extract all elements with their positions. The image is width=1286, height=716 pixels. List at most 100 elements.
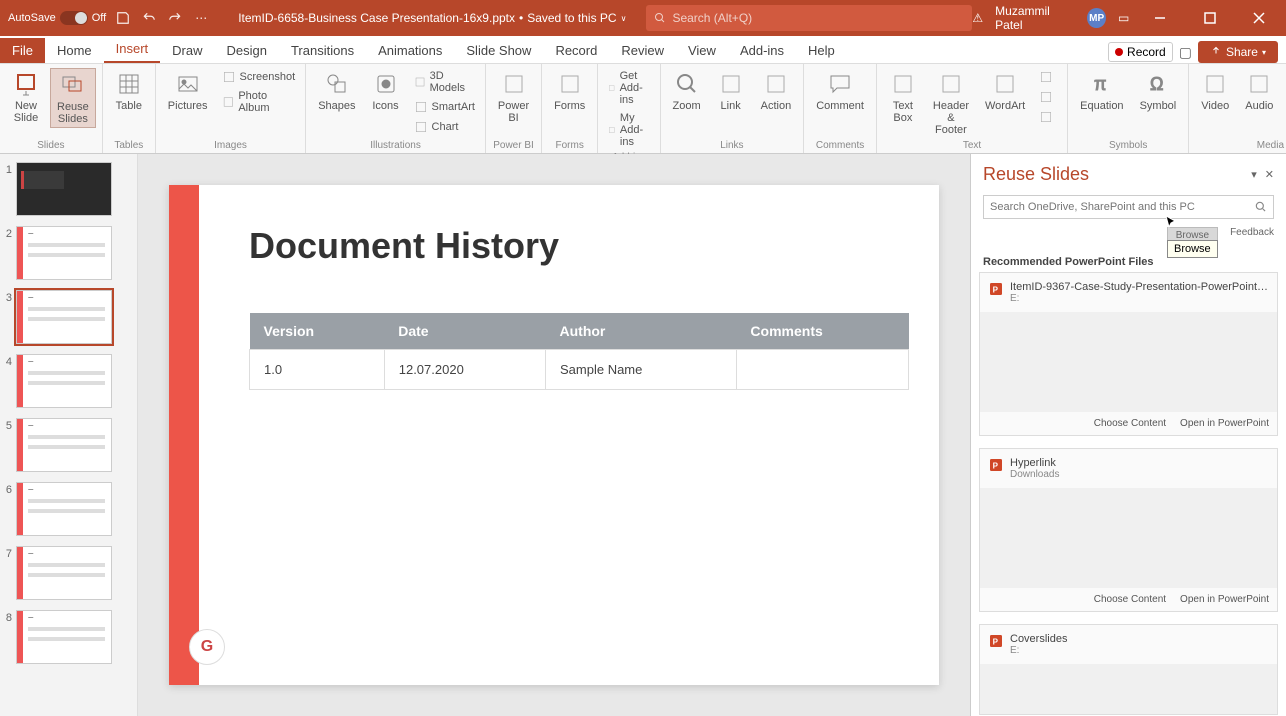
record-button[interactable]: Record [1108,42,1173,62]
table-button[interactable]: Table [109,68,149,114]
icons-button[interactable]: Icons [366,68,406,114]
tab-help[interactable]: Help [796,38,847,63]
tab-view[interactable]: View [676,38,728,63]
pane-search-input[interactable] [983,195,1274,219]
redo-icon[interactable] [166,9,184,27]
tab-insert[interactable]: Insert [104,36,161,63]
maximize-button[interactable] [1191,0,1229,36]
action-button[interactable]: Action [755,68,798,114]
tab-transitions[interactable]: Transitions [279,38,366,63]
smartart-button[interactable]: SmartArt [410,98,479,116]
textbox-button[interactable]: TextBox [883,68,923,126]
link-icon [717,70,745,98]
thumbnail-3[interactable]: 3— [0,288,137,346]
headerfooter-button[interactable]: Header& Footer [927,68,975,138]
more-icon[interactable]: ⋯ [192,9,210,27]
tab-review[interactable]: Review [609,38,676,63]
svg-text:P: P [993,461,999,470]
myaddins-button[interactable]: My Add-ins [604,110,653,150]
tab-draw[interactable]: Draw [160,38,214,63]
thumbnail-number: 4 [2,354,12,368]
undo-icon[interactable] [140,9,158,27]
tab-file[interactable]: File [0,38,45,63]
file-card[interactable]: PItemID-9367-Case-Study-Presentation-Pow… [979,272,1278,436]
ribbon-display-icon[interactable]: ▭ [1118,11,1129,25]
group-label: Power BI [492,138,535,151]
pictures-button[interactable]: Pictures [162,68,214,114]
pane-search[interactable] [983,195,1274,219]
new-slide-button[interactable]: NewSlide [6,68,46,126]
thumbnail-number: 8 [2,610,12,624]
minimize-button[interactable] [1141,0,1179,36]
group-label: Forms [548,138,591,151]
tab-add-ins[interactable]: Add-ins [728,38,796,63]
share-icon [1210,46,1222,58]
thumbnail-4[interactable]: 4— [0,352,137,410]
group-label: Tables [109,138,149,151]
tab-record[interactable]: Record [543,38,609,63]
pane-close-icon[interactable]: ✕ [1265,168,1274,181]
group-label: Media [1195,138,1286,151]
share-button[interactable]: Share ▾ [1198,41,1278,63]
col-author[interactable]: Author [546,313,737,350]
tab-animations[interactable]: Animations [366,38,454,63]
feedback-link[interactable]: Feedback [1230,227,1274,244]
store-button[interactable]: Get Add-ins [604,68,653,108]
3d-button[interactable]: 3D Models [410,68,479,96]
file-card[interactable]: PHyperlinkDownloadsChoose ContentOpen in… [979,448,1278,612]
save-icon[interactable] [114,9,132,27]
pane-menu-icon[interactable]: ▾ [1251,168,1257,181]
thumbnail-8[interactable]: 8— [0,608,137,666]
slidenum-button[interactable] [1035,88,1061,106]
file-card[interactable]: PCoverslidesE: [979,624,1278,715]
slide-title[interactable]: Document History [249,225,559,267]
document-history-table[interactable]: VersionDateAuthorComments 1.012.07.2020S… [249,313,909,390]
thumbnail-5[interactable]: 5— [0,416,137,474]
tab-design[interactable]: Design [215,38,279,63]
search-box[interactable]: Search (Alt+Q) [646,5,972,31]
wordart-button[interactable]: WordArt [979,68,1031,114]
equation-button[interactable]: πEquation [1074,68,1129,114]
col-comments[interactable]: Comments [736,313,908,350]
thumbnail-6[interactable]: 6— [0,480,137,538]
col-version[interactable]: Version [250,313,385,350]
object-button[interactable] [1035,108,1061,126]
search-icon[interactable] [1254,200,1268,214]
open-in-powerpoint-link[interactable]: Open in PowerPoint [1180,418,1269,429]
powerbi-button[interactable]: PowerBI [492,68,535,126]
symbol-button[interactable]: ΩSymbol [1134,68,1183,114]
thumbnail-2[interactable]: 2— [0,224,137,282]
tab-home[interactable]: Home [45,38,104,63]
video-button[interactable]: Video [1195,68,1235,114]
comment-button[interactable]: Comment [810,68,870,114]
thumbnail-7[interactable]: 7— [0,544,137,602]
open-in-powerpoint-link[interactable]: Open in PowerPoint [1180,594,1269,605]
zoom-button[interactable]: Zoom [667,68,707,114]
screenshot-button[interactable]: Screenshot [218,68,300,86]
tab-slide-show[interactable]: Slide Show [454,38,543,63]
choose-content-link[interactable]: Choose Content [1094,418,1166,429]
present-icon[interactable]: ▢ [1179,44,1192,61]
col-date[interactable]: Date [384,313,545,350]
date-button[interactable] [1035,68,1061,86]
slide[interactable]: Document History VersionDateAuthorCommen… [169,185,939,685]
shapes-button[interactable]: Shapes [312,68,361,114]
slide-editor[interactable]: Document History VersionDateAuthorCommen… [138,154,970,716]
user-avatar[interactable]: MP [1087,8,1106,28]
reuse-slides-button[interactable]: ReuseSlides [50,68,96,128]
link-button[interactable]: Link [711,68,751,114]
close-button[interactable] [1240,0,1278,36]
audio-button[interactable]: Audio [1239,68,1279,114]
chart-button[interactable]: Chart [410,118,479,136]
ribbon-group-add-ins: Get Add-insMy Add-insAdd-ins [598,64,660,153]
table-row[interactable]: 1.012.07.2020Sample Name [250,350,909,390]
svg-text:P: P [993,637,999,646]
forms-button[interactable]: Forms [548,68,591,114]
autosave-toggle[interactable]: AutoSave Off [8,11,106,25]
photo-album-button[interactable]: Photo Album [218,88,300,116]
choose-content-link[interactable]: Choose Content [1094,594,1166,605]
warning-icon[interactable]: ⚠ [972,11,983,25]
thumbnail-1[interactable]: 1 [0,160,137,218]
forms-icon [556,70,584,98]
thumbnail-number: 7 [2,546,12,560]
